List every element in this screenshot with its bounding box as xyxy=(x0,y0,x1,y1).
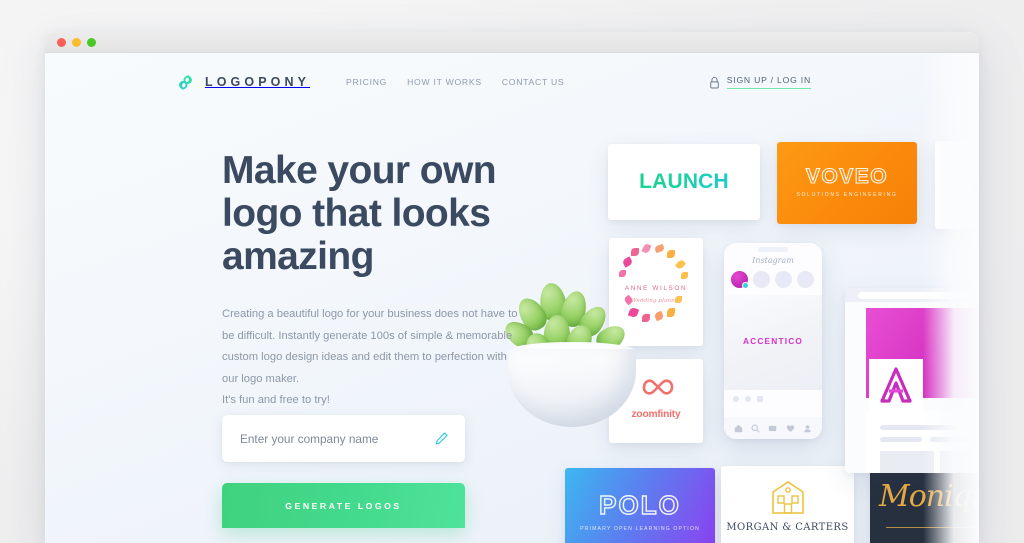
logo-card-monique[interactable]: Monique xyxy=(870,465,979,543)
browser-window: LOGOPONY PRICING HOW IT WORKS CONTACT US… xyxy=(45,32,979,543)
profile-icon[interactable] xyxy=(803,424,812,433)
logopony-infinity-icon xyxy=(179,74,192,90)
monique-underline xyxy=(886,527,979,528)
maximize-window-button[interactable] xyxy=(87,37,96,47)
page-viewport: LOGOPONY PRICING HOW IT WORKS CONTACT US… xyxy=(45,53,979,543)
building-icon xyxy=(771,481,804,514)
close-window-button[interactable] xyxy=(57,37,66,47)
story-badge-icon xyxy=(742,282,749,289)
instagram-wordmark: Instagram xyxy=(752,256,794,265)
story-avatar[interactable] xyxy=(753,271,770,288)
phone-mockup-instagram[interactable]: Instagram ACCENTICO xyxy=(724,243,822,439)
logo-card-monique-text: Monique xyxy=(879,479,979,514)
logo-card-polo[interactable]: POLO PRIMARY OPEN LEARNING OPTION xyxy=(565,468,715,543)
logo-card-apartments[interactable]: APARTM xyxy=(935,141,979,229)
browser-title-bar xyxy=(45,32,979,53)
phone-brand-text: ACCENTICO xyxy=(742,336,804,346)
green-checkmark-icon xyxy=(972,181,979,191)
logo-card-morgan-carters[interactable]: MORGAN & CARTERS xyxy=(721,466,854,543)
pencil-icon[interactable] xyxy=(434,431,449,446)
story-avatar[interactable] xyxy=(775,271,792,288)
site-header: LOGOPONY PRICING HOW IT WORKS CONTACT US… xyxy=(45,53,979,111)
brand-name: LOGOPONY xyxy=(205,75,311,89)
mock-page-body xyxy=(866,411,979,473)
accentico-a-icon xyxy=(880,367,912,403)
website-mockup-accentico[interactable]: ACCE xyxy=(845,288,979,473)
page-title: Make your own logo that looks amazing xyxy=(222,149,497,278)
nav-item-how-it-works[interactable]: HOW IT WORKS xyxy=(407,77,482,87)
logo-card-launch[interactable]: LAUNCH xyxy=(608,144,760,220)
logo-card-launch-text: LAUNCH xyxy=(608,170,760,194)
hero-tagline: It's fun and free to try! xyxy=(222,394,330,406)
like-icon[interactable] xyxy=(733,396,739,402)
search-icon[interactable] xyxy=(751,423,760,433)
mock-browser-bar xyxy=(845,288,979,302)
logo-card-voveo-subtitle: SOLUTIONS ENGINEERING xyxy=(796,192,898,198)
nav-item-contact-us[interactable]: CONTACT US xyxy=(502,77,565,87)
nav-item-pricing[interactable]: PRICING xyxy=(346,77,387,87)
lock-icon xyxy=(709,76,719,88)
logo-card-voveo[interactable]: VOVEO SOLUTIONS ENGINEERING xyxy=(777,142,917,224)
main-nav: PRICING HOW IT WORKS CONTACT US xyxy=(346,77,564,87)
generate-logos-button[interactable]: GENERATE LOGOS xyxy=(222,483,465,528)
logo-card-polo-subtitle: PRIMARY OPEN LEARNING OPTION xyxy=(580,526,700,532)
logo-card-voveo-text: VOVEO xyxy=(805,164,889,188)
logo-card-polo-text: POLO xyxy=(598,489,681,520)
auth-area: SIGN UP / LOG IN xyxy=(709,75,811,89)
instagram-tab-bar xyxy=(724,417,822,439)
comment-icon[interactable] xyxy=(745,396,751,402)
logo-card-morgan-carters-text: MORGAN & CARTERS xyxy=(726,522,849,533)
mock-logo-tile xyxy=(869,359,923,411)
hero-paragraph: Creating a beautiful logo for your busin… xyxy=(222,308,518,385)
mock-url-bar xyxy=(858,291,979,299)
hero-copy: Make your own logo that looks amazing Cr… xyxy=(222,149,532,412)
company-name-field-wrapper[interactable] xyxy=(222,415,465,462)
company-name-input[interactable] xyxy=(238,430,434,447)
logo-card-apartments-subtitle: APARTM xyxy=(935,203,979,209)
phone-notch xyxy=(758,247,788,252)
share-icon[interactable] xyxy=(757,396,763,402)
home-icon[interactable] xyxy=(734,424,743,433)
minimize-window-button[interactable] xyxy=(72,37,81,47)
reels-icon[interactable] xyxy=(768,424,777,433)
story-avatar[interactable] xyxy=(797,271,814,288)
signup-login-link[interactable]: SIGN UP / LOG IN xyxy=(726,75,811,89)
heart-icon[interactable] xyxy=(786,424,795,433)
brand-logo-link[interactable]: LOGOPONY xyxy=(177,74,310,91)
